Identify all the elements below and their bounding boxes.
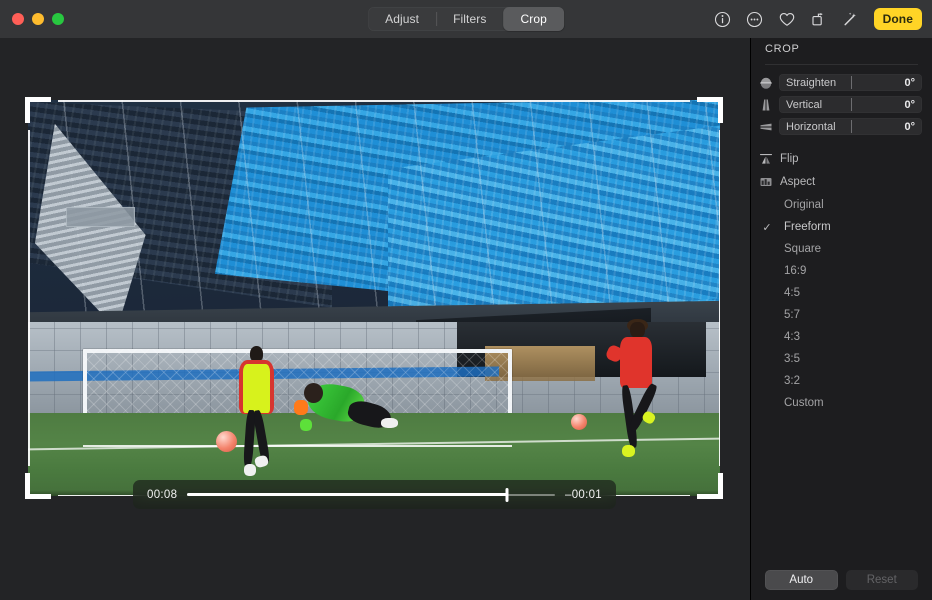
aspect-row[interactable]: Aspect [751, 170, 932, 193]
flip-icon [759, 152, 773, 166]
aspect-option-square[interactable]: Square [751, 238, 932, 260]
maximize-window-button[interactable] [52, 13, 64, 25]
horizontal-perspective-icon [759, 120, 773, 134]
aspect-option-label: Freeform [775, 221, 831, 233]
horizontal-value: 0° [904, 121, 922, 133]
elapsed-time: 00:08 [147, 489, 177, 501]
window-controls[interactable] [12, 13, 64, 25]
video-scrubber[interactable] [187, 488, 555, 502]
title-bar: Adjust Filters Crop [0, 0, 932, 38]
vertical-perspective-icon [759, 98, 773, 112]
flip-row[interactable]: Flip [751, 147, 932, 170]
info-icon[interactable] [710, 6, 736, 32]
player-goalkeeper-diving [298, 381, 395, 448]
straighten-value: 0° [904, 77, 922, 89]
minimize-window-button[interactable] [32, 13, 44, 25]
aspect-option-label: 4:3 [775, 331, 800, 343]
aspect-option-3-5[interactable]: 3:5 [751, 348, 932, 370]
horizontal-slider[interactable]: Horizontal 0° [779, 118, 922, 135]
sidebar-actions: Auto Reset [751, 570, 932, 590]
vertical-knob[interactable] [851, 98, 853, 111]
aspect-option-original[interactable]: Original [751, 194, 932, 216]
straighten-row[interactable]: Straighten 0° [751, 72, 932, 93]
aspect-option-3-2[interactable]: 3:2 [751, 370, 932, 392]
straighten-slider[interactable]: Straighten 0° [779, 74, 922, 91]
video-preview[interactable] [28, 100, 720, 496]
aspect-option-4-5[interactable]: 4:5 [751, 282, 932, 304]
aspect-icon [759, 175, 773, 189]
toolbar-actions: Done [710, 0, 922, 38]
reset-button[interactable]: Reset [846, 570, 919, 590]
aspect-ratio-list: Original ✓ Freeform Square 16:9 4:5 [751, 194, 932, 414]
aspect-option-label: 3:2 [775, 375, 800, 387]
auto-enhance-wand-icon[interactable] [838, 6, 864, 32]
panel-divider [765, 64, 918, 65]
aspect-option-label: 5:7 [775, 309, 800, 321]
aspect-option-16-9[interactable]: 16:9 [751, 260, 932, 282]
edit-mode-tabs[interactable]: Adjust Filters Crop [368, 7, 564, 31]
horizontal-knob[interactable] [851, 120, 853, 133]
tab-adjust[interactable]: Adjust [368, 7, 436, 31]
aspect-option-freeform[interactable]: ✓ Freeform [751, 216, 932, 238]
aspect-option-label: Original [775, 199, 824, 211]
aspect-option-label: 4:5 [775, 287, 800, 299]
favorite-heart-icon[interactable] [774, 6, 800, 32]
player-right [613, 322, 661, 472]
player-striker [232, 346, 280, 481]
crop-controls: Straighten 0° Vertical 0° [751, 72, 932, 414]
vertical-label: Vertical [779, 99, 904, 111]
aspect-option-label: Custom [775, 397, 824, 409]
scrubber-progress [187, 493, 507, 496]
straighten-label: Straighten [779, 77, 904, 89]
soccer-ball [216, 431, 237, 452]
straighten-icon [759, 76, 773, 90]
horizontal-row[interactable]: Horizontal 0° [751, 116, 932, 137]
straighten-knob[interactable] [851, 76, 853, 89]
video-playback-bar[interactable]: 00:08 –00:01 [133, 480, 616, 509]
stadium-soccer-frame [28, 100, 720, 496]
section-sign [66, 207, 135, 227]
aspect-option-5-7[interactable]: 5:7 [751, 304, 932, 326]
done-button[interactable]: Done [874, 8, 922, 30]
auto-button[interactable]: Auto [765, 570, 838, 590]
aspect-option-custom[interactable]: Custom [751, 392, 932, 414]
tab-crop[interactable]: Crop [503, 7, 563, 31]
vertical-value: 0° [904, 99, 922, 111]
aspect-option-label: 16:9 [775, 265, 806, 277]
close-window-button[interactable] [12, 13, 24, 25]
aspect-option-label: Square [775, 243, 821, 255]
aspect-option-4-3[interactable]: 4:3 [751, 326, 932, 348]
remaining-time: –00:01 [565, 489, 602, 501]
aspect-check-freeform: ✓ [759, 221, 775, 234]
horizontal-label: Horizontal [779, 121, 904, 133]
photos-edit-window: Adjust Filters Crop [0, 0, 932, 600]
editor-canvas: 00:08 –00:01 [0, 38, 750, 600]
crop-inspector-sidebar: CROP Straighten 0° [750, 38, 932, 600]
aspect-option-label: 3:5 [775, 353, 800, 365]
vertical-row[interactable]: Vertical 0° [751, 94, 932, 115]
aspect-label: Aspect [780, 176, 815, 188]
rotate-icon[interactable] [806, 6, 832, 32]
vertical-slider[interactable]: Vertical 0° [779, 96, 922, 113]
more-options-icon[interactable] [742, 6, 768, 32]
tab-filters[interactable]: Filters [436, 7, 503, 31]
panel-title: CROP [765, 43, 800, 55]
playhead-handle[interactable] [506, 488, 509, 502]
flip-label: Flip [780, 153, 799, 165]
